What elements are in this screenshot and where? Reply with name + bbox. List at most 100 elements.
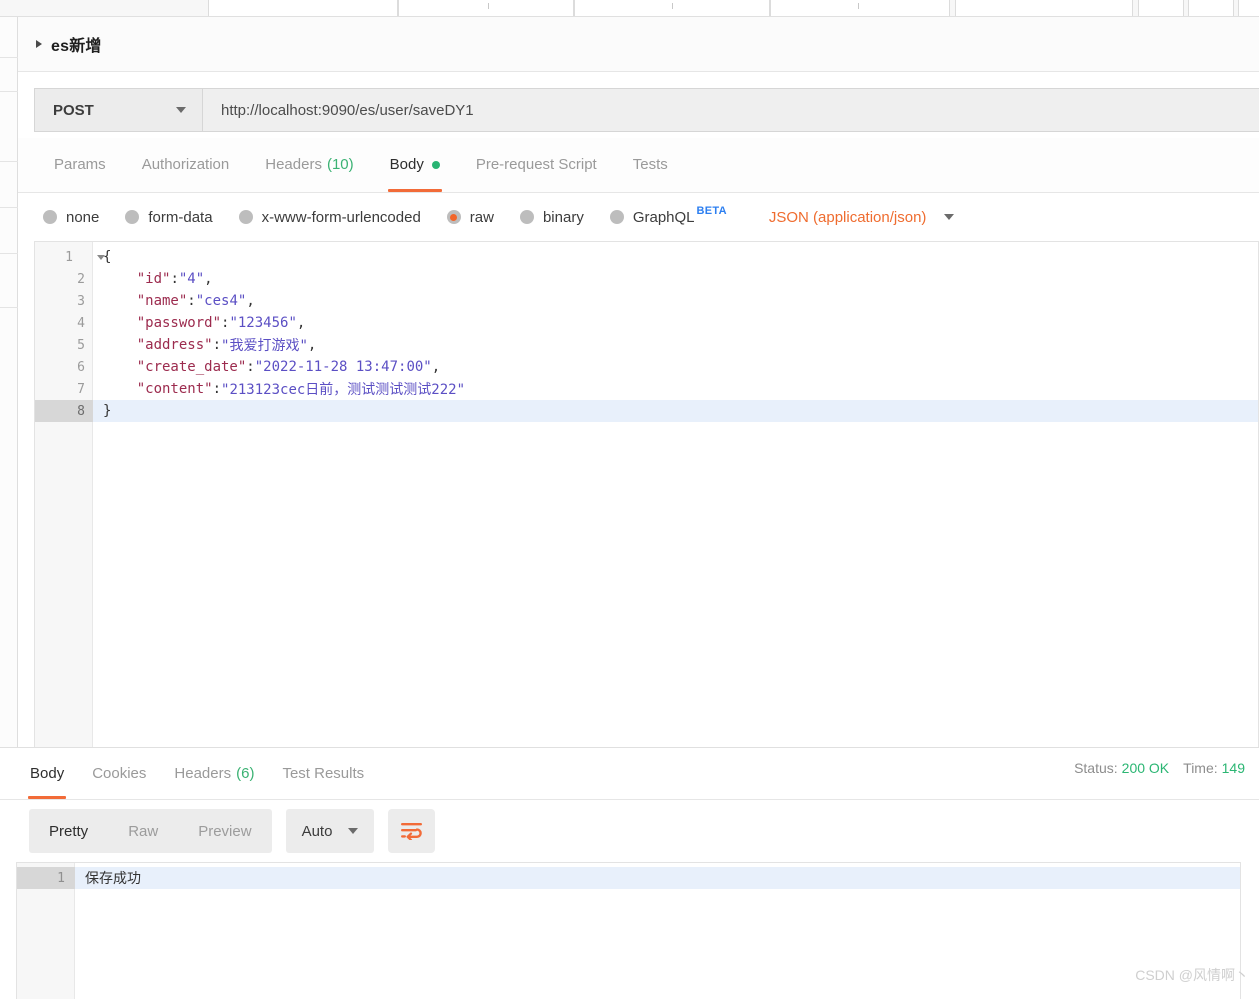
token-key: "content" [103, 381, 213, 397]
response-tab-body[interactable]: Body [16, 747, 78, 799]
response-toolbar: Pretty Raw Preview Auto [0, 800, 1259, 862]
tab-label: Authorization [141, 156, 230, 173]
code-line[interactable]: { [93, 246, 1258, 268]
body-type-form-data[interactable]: form-data [125, 209, 213, 226]
body-type-x-www-form-urlencoded[interactable]: x-www-form-urlencoded [238, 209, 421, 226]
response-format-selector[interactable]: Auto [285, 809, 375, 853]
chevron-down-icon [944, 214, 955, 220]
response-body-viewer[interactable]: 1 保存成功 [16, 862, 1241, 999]
radio-icon [125, 210, 140, 224]
token-val: "我爱打游戏" [221, 338, 308, 354]
tab-tick [858, 3, 859, 9]
radio-icon [519, 210, 534, 224]
http-method-selector[interactable]: POST [34, 88, 202, 132]
content-type-label: JSON (application/json) [768, 208, 927, 226]
response-tab-headers[interactable]: Headers (6) [160, 747, 268, 799]
token-val: "4" [178, 271, 205, 287]
response-meta: Status: 200 OK Time: 149 [1074, 760, 1259, 776]
body-type-label: none [66, 208, 100, 226]
token-punct: : [170, 271, 179, 287]
active-tab-underline [28, 796, 67, 799]
line-number-value: 8 [77, 403, 85, 419]
code-line[interactable]: "create_date": "2022-11-28 13:47:00", [93, 356, 1258, 378]
tab-label: Body [30, 764, 65, 782]
line-number: 5 [35, 334, 93, 356]
body-type-binary[interactable]: binary [519, 208, 584, 226]
top-tab-cell[interactable] [1188, 0, 1234, 16]
time-value: 149 [1221, 760, 1245, 776]
tab-label: Test Results [282, 764, 365, 782]
postman-window: es新增 POST http://localhost:9090/es/user/… [0, 0, 1259, 999]
triangle-right-icon[interactable] [36, 40, 42, 48]
token-key: "password" [103, 315, 222, 331]
content-type-selector[interactable]: JSON (application/json) [769, 209, 955, 226]
body-type-none[interactable]: none [43, 209, 99, 226]
url-input[interactable]: http://localhost:9090/es/user/saveDY1 [202, 88, 1259, 132]
body-present-dot-icon [431, 160, 440, 169]
token-punct: , [307, 337, 317, 353]
request-pane: es新增 POST http://localhost:9090/es/user/… [18, 17, 1259, 747]
request-tab-tests[interactable]: Tests [615, 137, 686, 192]
line-number-value: 3 [77, 293, 85, 309]
token-punct: : [246, 359, 255, 375]
token-val: "2022-11-28 13:47:00" [254, 359, 432, 375]
radio-icon [238, 210, 253, 224]
tab-label: Pre-request Script [475, 156, 597, 173]
code-line[interactable]: "id": "4", [93, 268, 1258, 290]
token-brace: } [103, 403, 112, 419]
response-tab-cookies[interactable]: Cookies [78, 747, 160, 799]
token-key: "create_date" [103, 359, 247, 375]
request-tab-bar: Params Authorization Headers (10) Body Pre-re… [18, 138, 1259, 193]
body-type-raw[interactable]: raw [446, 208, 494, 226]
top-tab-cell[interactable] [1238, 0, 1259, 16]
token-punct: : [212, 337, 222, 353]
top-tab-cell[interactable] [208, 0, 398, 16]
line-number: 1 [17, 867, 75, 889]
code-line[interactable]: "address": "我爱打游戏", [93, 334, 1258, 356]
request-body-editor[interactable]: 12345678 { "id": "4", "name": "ces4", "pas… [34, 241, 1259, 747]
request-tab-body[interactable]: Body [372, 137, 458, 192]
line-number: 2 [35, 268, 93, 290]
top-tab-cell[interactable] [770, 0, 950, 16]
token-punct: : [212, 381, 222, 397]
view-mode-raw[interactable]: Raw [108, 809, 178, 853]
body-type-label: raw [469, 208, 494, 226]
top-tab-cell[interactable] [398, 0, 574, 16]
code-line[interactable]: "content": "213123cec日前，测试测试测试222" [93, 378, 1258, 400]
line-number-value: 2 [77, 271, 85, 287]
code-line[interactable]: } [93, 400, 1258, 422]
url-value: http://localhost:9090/es/user/saveDY1 [221, 101, 474, 119]
code-line[interactable]: "name": "ces4", [93, 290, 1258, 312]
response-pane: Body Cookies Headers (6) Test Results Status… [0, 747, 1259, 999]
view-mode-preview[interactable]: Preview [178, 809, 271, 853]
editor-code-area[interactable]: { "id": "4", "name": "ces4", "password": "1… [93, 242, 1258, 747]
top-tab-strip [0, 0, 1259, 17]
body-type-label: GraphQL [632, 208, 695, 226]
tab-label: Headers [265, 156, 322, 173]
top-tab-cell[interactable] [955, 0, 1133, 16]
request-tab-params[interactable]: Params [36, 137, 124, 192]
body-type-label: binary [542, 208, 584, 226]
line-number-value: 5 [77, 337, 85, 353]
token-brace: { [103, 249, 112, 265]
request-tab-authorization[interactable]: Authorization [124, 137, 248, 192]
top-tab-cell[interactable] [1138, 0, 1184, 16]
token-key: "id" [103, 271, 171, 287]
line-number: 6 [35, 356, 93, 378]
code-line[interactable]: "password": "123456", [93, 312, 1258, 334]
response-gutter: 1 [17, 863, 75, 999]
response-tab-test-results[interactable]: Test Results [268, 747, 378, 799]
token-punct: , [204, 271, 213, 287]
tab-tick [672, 3, 673, 9]
tab-count: (6) [236, 764, 255, 782]
word-wrap-button[interactable] [388, 809, 436, 853]
request-tab-headers[interactable]: Headers (10) [247, 137, 371, 192]
editor-gutter: 12 3 4 5 6 7 8 [35, 242, 105, 747]
view-mode-pretty[interactable]: Pretty [29, 809, 108, 853]
line-number: 3 [35, 290, 93, 312]
request-title-bar: es新增 [18, 17, 1259, 72]
body-type-graphql[interactable]: GraphQL BETA [609, 205, 727, 226]
line-number: 1 [35, 246, 105, 268]
request-tab-pre-request-script[interactable]: Pre-request Script [458, 137, 615, 192]
url-row: POST http://localhost:9090/es/user/saveD… [18, 72, 1259, 138]
